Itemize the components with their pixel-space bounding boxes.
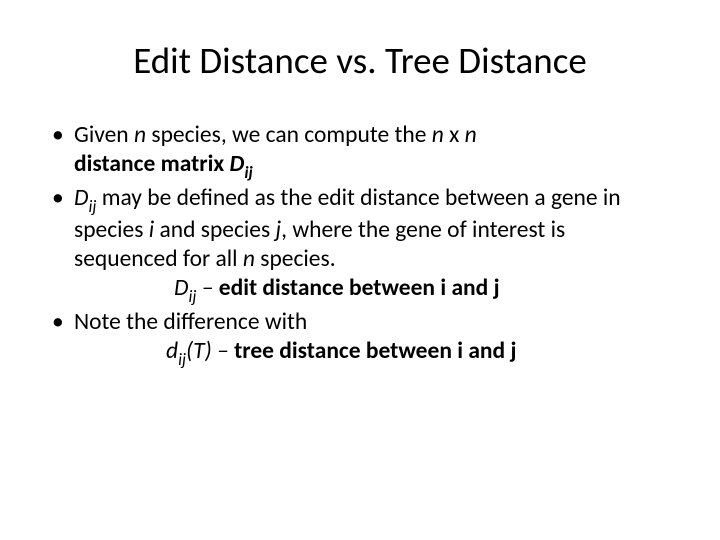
text: Given — [74, 121, 134, 149]
bullet-2: Dij may be defined as the edit distance … — [50, 184, 670, 306]
text-bold: distance matrix — [74, 150, 229, 178]
text-italic: d — [166, 337, 178, 365]
bullet-list: Given n species, we can compute the n x … — [50, 121, 670, 369]
text-italic: D — [74, 184, 88, 212]
text-bold: edit distance between i and j — [219, 274, 500, 302]
text-italic: n — [432, 121, 444, 149]
subscript: ij — [178, 349, 186, 370]
slide-title: Edit Distance vs. Tree Distance — [50, 38, 670, 83]
definition-line-1: Dij – edit distance between i and j — [74, 274, 670, 306]
definition-line-2: dij(T) – tree distance between i and j — [74, 337, 670, 369]
slide: Edit Distance vs. Tree Distance Given n … — [0, 0, 720, 540]
text: Note the difference with — [74, 308, 307, 336]
text-italic: n — [465, 121, 477, 149]
text-italic: (T) — [186, 337, 217, 365]
text: and species — [154, 216, 275, 244]
bullet-1: Given n species, we can compute the n x … — [50, 121, 670, 182]
subscript: ij — [244, 162, 252, 183]
text-italic: n — [134, 121, 146, 149]
text: x — [444, 121, 465, 149]
text-italic: D — [174, 274, 188, 302]
text-italic: – — [196, 274, 218, 302]
text-bold: tree distance between i and j — [234, 337, 516, 365]
slide-body: Given n species, we can compute the n x … — [50, 121, 670, 369]
text-italic: n — [243, 245, 255, 273]
text-bold-italic: D — [229, 150, 244, 178]
text: species, we can compute the — [146, 121, 432, 149]
subscript: ij — [188, 286, 196, 307]
text-italic: – — [217, 337, 234, 365]
text: species. — [255, 245, 336, 273]
subscript: ij — [88, 196, 96, 217]
bullet-3: Note the difference with dij(T) – tree d… — [50, 308, 670, 369]
